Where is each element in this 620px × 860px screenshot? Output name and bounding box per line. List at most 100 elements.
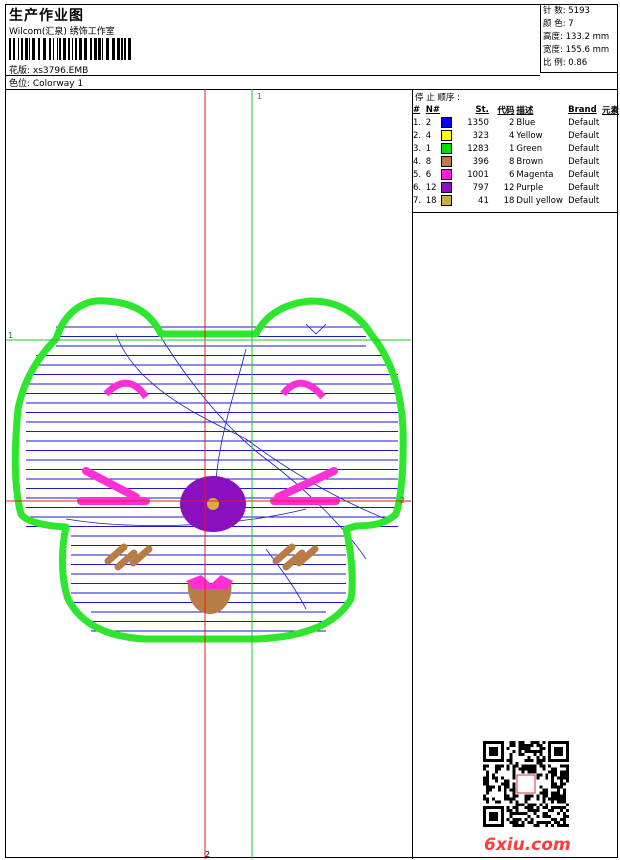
worksheet: 生产作业图 Wilcom(汇泉) 绣饰工作室 花版: xs3796.EMB 色位… [5,4,619,859]
color-swatch [440,130,452,141]
left-eye [103,379,149,400]
row-code: 4 [508,130,515,141]
barcode [9,38,131,60]
table-row: 4. 8 396 8 Brown Default [413,155,619,168]
col-header: Brand [568,104,597,115]
row-desc: Purple [516,182,544,193]
row-needle: 8 [426,155,454,168]
needle-number: 8 [425,157,432,167]
row-brand: Default [568,182,600,193]
col-header: St. [475,104,489,115]
needle-number: 6 [425,170,432,180]
color-swatch [440,117,452,128]
needle-number: 18 [425,196,437,206]
row-code: 6 [508,169,515,180]
row-code: 12 [503,182,515,193]
row-index: 3. [413,143,422,154]
needle-number: 4 [425,131,432,141]
color-swatch [440,156,452,167]
color-swatch [440,169,452,180]
col-header: 元素 [601,105,619,116]
mouth [186,575,233,589]
row-index: 5. [413,169,422,180]
row-stitches: 323 [472,130,489,141]
row-element [602,194,619,207]
row-brand: Default [568,156,600,167]
divider [6,75,540,76]
embroidery-canvas: 1 1 2 2 [6,89,411,859]
colorway-label: 色位: Colorway 1 [9,79,84,89]
row-brand: Default [568,195,600,206]
needle-number: 12 [425,183,437,193]
row-index: 6. [413,182,422,193]
header: 生产作业图 Wilcom(汇泉) 绣饰工作室 花版: xs3796.EMB 色位… [6,5,618,90]
nose-highlight [207,498,219,510]
row-index: 7. [413,195,422,206]
row-desc: Magenta [516,169,554,180]
row-desc: Yellow [516,130,543,141]
guide-label: 1 [8,331,13,340]
table-row: 7. 18 41 18 Dull yellow Default [413,194,619,207]
row-stitches: 797 [472,182,489,193]
row-brand: Default [568,130,600,141]
col-header: N# [425,104,440,115]
row-element [602,142,619,155]
design-width: 宽度: 155.6 mm [543,45,610,55]
col-header: # [413,104,421,115]
stats-panel: 针 数: 5193 颜 色: 7 高度: 133.2 mm 宽度: 155.6 … [540,5,618,73]
col-header: 描述 [516,105,534,116]
row-desc: Green [516,143,543,154]
design-scale: 比 例: 0.86 [543,58,588,68]
travel-stitches [65,323,387,610]
row-element [602,168,619,181]
guide-label: 2 [400,496,405,505]
row-needle: 6 [426,168,454,181]
row-index: 1. [413,117,422,128]
color-swatch [440,182,452,193]
row-element [602,116,619,129]
row-stitches: 41 [478,195,489,206]
row-needle: 12 [426,181,454,194]
row-brand: Default [568,143,600,154]
row-needle: 18 [426,194,454,207]
table-header-row: # N# St. 代码 描述 Brand 元素 [413,103,619,116]
company-name: Wilcom(汇泉) 绣饰工作室 [9,27,115,37]
row-needle: 1 [426,142,454,155]
needle-number: 1 [425,144,432,154]
row-stitches: 396 [472,156,489,167]
row-desc: Dull yellow [516,195,563,206]
stop-sequence-title: 停 止 顺序 : [415,93,460,103]
qr-code [483,741,569,827]
row-brand: Default [568,117,600,128]
row-code: 1 [508,143,515,154]
watermark-logo: 6xiu.com [484,835,571,855]
stop-sequence-panel: 停 止 顺序 : # N# St. 代码 描述 Brand 元素 1. 2 1350… [412,89,619,213]
stop-sequence-table: # N# St. 代码 描述 Brand 元素 1. 2 1350 2 Blue Defa… [413,103,619,207]
table-row: 1. 2 1350 2 Blue Default [413,116,619,129]
design-height: 高度: 133.2 mm [543,32,610,42]
row-code: 18 [503,195,515,206]
row-desc: Blue [516,117,536,128]
table-row: 5. 6 1001 6 Magenta Default [413,168,619,181]
panel-divider [412,213,413,859]
row-stitches: 1001 [467,169,489,180]
needle-number: 2 [425,118,432,128]
stitch-count: 针 数: 5193 [543,6,590,16]
row-brand: Default [568,169,600,180]
row-index: 2. [413,130,422,141]
table-row: 2. 4 323 4 Yellow Default [413,129,619,142]
row-code: 8 [508,156,515,167]
table-row: 3. 1 1283 1 Green Default [413,142,619,155]
col-header: 代码 [497,105,515,116]
color-swatch [440,143,452,154]
guide-label: 1 [257,92,262,101]
row-element [602,181,619,194]
page-title: 生产作业图 [9,8,84,24]
table-row: 6. 12 797 12 Purple Default [413,181,619,194]
row-index: 4. [413,156,422,167]
row-code: 2 [508,117,515,128]
right-eye [280,379,326,400]
row-desc: Brown [516,156,544,167]
row-stitches: 1283 [467,143,489,154]
guide-label: 2 [205,850,210,859]
